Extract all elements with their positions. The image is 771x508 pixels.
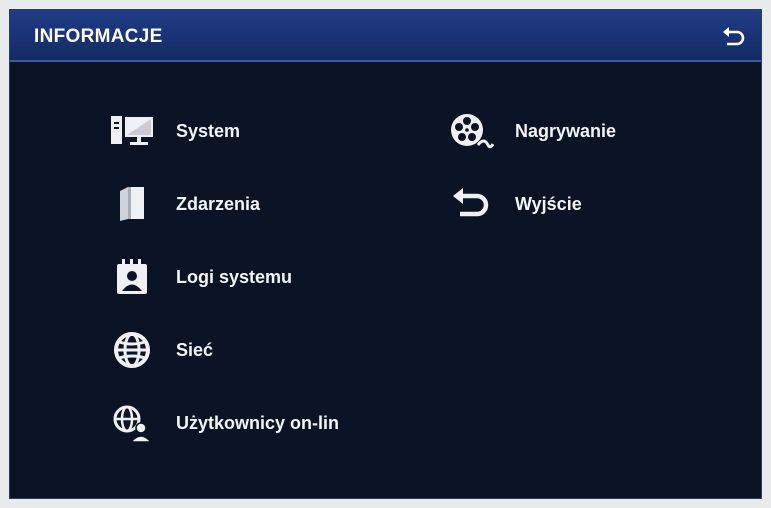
title-bar: INFORMACJE bbox=[10, 10, 761, 62]
menu-item-zdarzenia[interactable]: Zdarzenia bbox=[108, 182, 260, 226]
menu-item-label: System bbox=[176, 120, 241, 141]
menu-item-uzytkownicy[interactable]: Użytkownicy on-lin bbox=[108, 401, 339, 445]
menu-item-label: Logi systemu bbox=[176, 266, 293, 287]
menu-item-nagrywanie[interactable]: Nagrywanie bbox=[447, 109, 616, 153]
menu-item-label: Zdarzenia bbox=[176, 193, 261, 214]
menu-item-wyjscie[interactable]: Wyjście bbox=[447, 182, 582, 226]
film-reel-icon bbox=[447, 111, 495, 151]
globe-user-icon bbox=[108, 403, 156, 443]
menu-item-label: Sieć bbox=[176, 339, 214, 360]
back-button[interactable] bbox=[721, 24, 747, 48]
menu-item-label: Użytkownicy on-lin bbox=[176, 412, 340, 433]
info-window: INFORMACJE System Zdarzenia Logi systemu… bbox=[9, 9, 762, 499]
menu-item-siec[interactable]: Sieć bbox=[108, 328, 213, 372]
back-arrow-icon bbox=[723, 27, 745, 46]
menu-item-label: Wyjście bbox=[515, 193, 582, 214]
back-arrow-icon bbox=[447, 184, 495, 224]
window-title: INFORMACJE bbox=[34, 26, 163, 47]
log-user-icon bbox=[108, 257, 156, 297]
globe-icon bbox=[108, 330, 156, 370]
menu-item-system[interactable]: System bbox=[108, 109, 240, 153]
menu-item-label: Nagrywanie bbox=[515, 120, 617, 141]
computer-icon bbox=[108, 111, 156, 151]
book-icon bbox=[108, 184, 156, 224]
menu-item-logi[interactable]: Logi systemu bbox=[108, 255, 292, 299]
